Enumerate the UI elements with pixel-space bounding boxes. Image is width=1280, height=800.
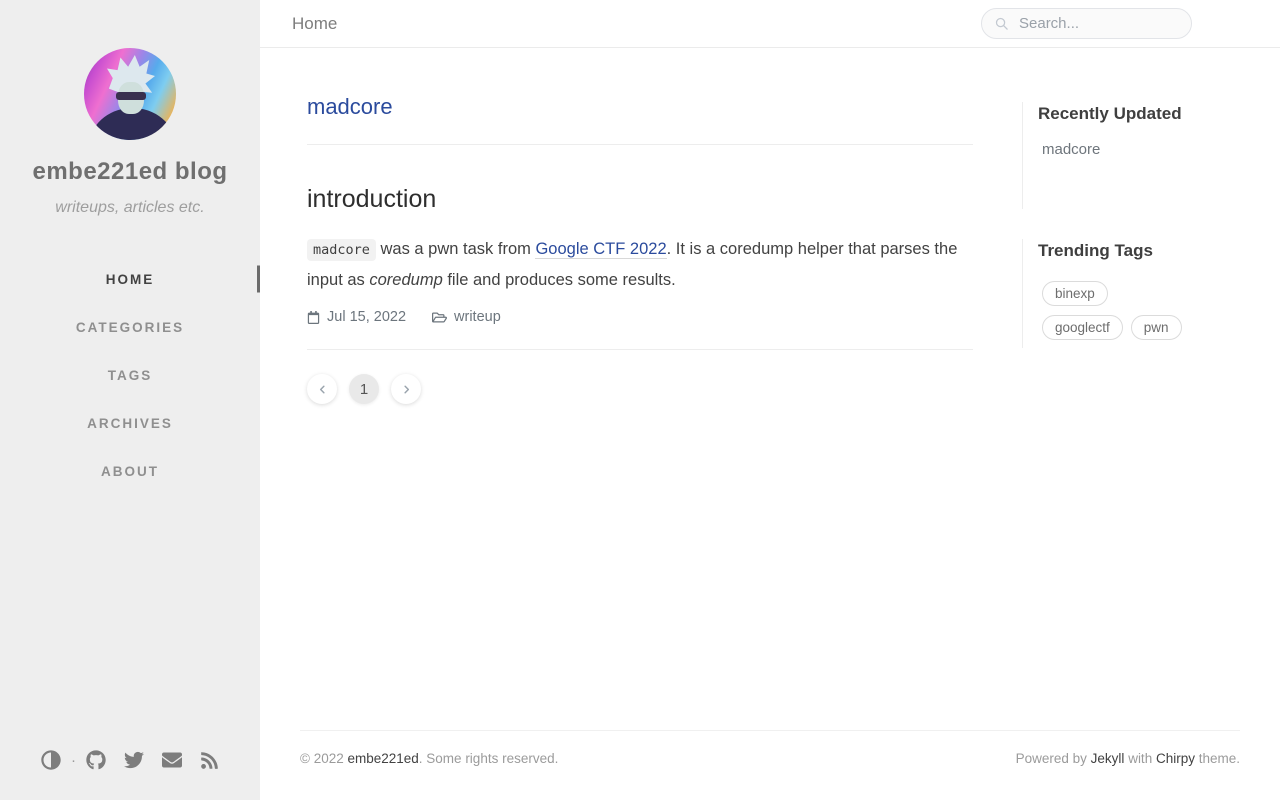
pagination: 1 [307,374,973,404]
recently-updated-section: Recently Updated madcore [1022,102,1240,209]
theme-toggle-button[interactable] [41,750,61,770]
main-content: madcore introduction madcore was a pwn t… [260,48,1280,730]
sidebar-nav: HOME CATEGORIES TAGS ARCHIVES ABOUT [0,255,260,495]
twitter-link[interactable] [124,750,144,770]
site-subtitle: writeups, articles etc. [55,199,204,217]
post-title-link[interactable]: madcore [307,94,393,119]
folder-open-icon [432,310,447,325]
tag-pwn[interactable]: pwn [1131,315,1182,340]
main-wrapper: Home madcore introduction madcore was a … [260,0,1280,800]
sidebar-item-home[interactable]: HOME [0,255,260,303]
emphasis-text: coredump [369,271,442,289]
chevron-left-icon [317,384,328,395]
post-list: madcore introduction madcore was a pwn t… [307,48,973,404]
rights-text: . Some rights reserved. [419,751,559,766]
chirpy-link[interactable]: Chirpy [1156,751,1195,766]
avatar-glasses-shape [116,92,146,100]
chevron-right-icon [401,384,412,395]
footer-copyright: © 2022 embe221ed. Some rights reserved. [300,751,558,766]
pagination-next-button[interactable] [391,374,421,404]
pagination-prev-button[interactable] [307,374,337,404]
breadcrumb: Home [292,14,337,34]
post-title: madcore [307,94,973,120]
search-box[interactable] [981,8,1192,39]
email-icon [162,750,182,770]
post-preview-card: madcore introduction madcore was a pwn t… [307,94,973,325]
rss-icon [200,751,219,770]
section-heading: introduction [307,185,973,214]
list-divider [307,349,973,350]
google-ctf-link[interactable]: Google CTF 2022 [535,240,666,259]
sidebar-item-about[interactable]: ABOUT [0,447,260,495]
recently-updated-list: madcore [1038,141,1240,159]
github-link[interactable] [86,750,106,770]
post-category: writeup [432,309,501,325]
recently-updated-heading: Recently Updated [1038,104,1240,124]
footer: © 2022 embe221ed. Some rights reserved. … [300,730,1240,800]
twitter-icon [124,750,144,770]
tag-cloud: binexp googlectf pwn [1042,281,1192,340]
title-divider [307,144,973,145]
powered-by-text: Powered by [1016,751,1091,766]
theme-text: theme. [1195,751,1240,766]
list-item: madcore [1042,141,1240,159]
category-link[interactable]: writeup [454,309,501,325]
tag-googlectf[interactable]: googlectf [1042,315,1123,340]
footer-powered-by: Powered by Jekyll with Chirpy theme. [1016,751,1240,766]
sidebar-social-bar: · [0,750,260,770]
sidebar-item-archives[interactable]: ARCHIVES [0,399,260,447]
search-icon [994,16,1009,31]
trending-tags-heading: Trending Tags [1038,241,1240,261]
sidebar-item-tags[interactable]: TAGS [0,351,260,399]
excerpt-text: was a pwn task from [376,240,536,258]
pagination-page-1[interactable]: 1 [349,374,379,404]
post-date: Jul 15, 2022 [307,309,406,325]
sidebar-item-categories[interactable]: CATEGORIES [0,303,260,351]
post-date-label: Jul 15, 2022 [327,309,406,325]
excerpt-text: file and produces some results. [443,271,676,289]
topbar: Home [260,0,1280,48]
jekyll-link[interactable]: Jekyll [1091,751,1125,766]
site-title[interactable]: embe221ed blog [32,158,227,186]
tag-binexp[interactable]: binexp [1042,281,1108,306]
sidebar: embe221ed blog writeups, articles etc. H… [0,0,260,800]
right-panel: Recently Updated madcore Trending Tags b… [1022,48,1240,348]
calendar-icon [307,311,320,324]
with-text: with [1124,751,1156,766]
icon-separator-dot: · [71,752,76,769]
inline-code: madcore [307,239,376,261]
post-meta: Jul 15, 2022 writeup [307,309,973,325]
trending-tags-section: Trending Tags binexp googlectf pwn [1022,239,1240,348]
avatar[interactable] [84,48,176,140]
email-link[interactable] [162,750,182,770]
author-link[interactable]: embe221ed [347,751,418,766]
github-icon [86,750,106,770]
rss-link[interactable] [200,751,219,770]
excerpt-paragraph: madcore was a pwn task from Google CTF 2… [307,234,973,295]
recent-post-link[interactable]: madcore [1042,141,1100,158]
copyright-text: © 2022 [300,751,347,766]
contrast-icon [41,750,61,770]
search-input[interactable] [1017,14,1179,33]
post-excerpt: introduction madcore was a pwn task from… [307,185,973,295]
